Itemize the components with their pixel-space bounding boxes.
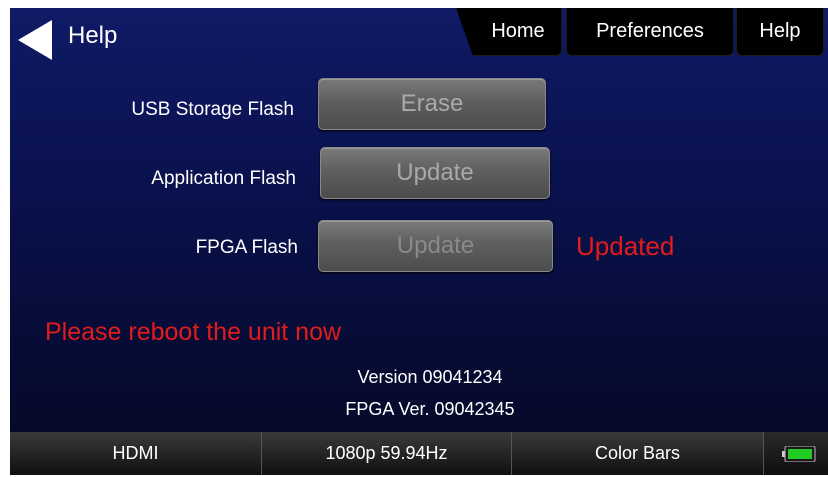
fpga-update-button[interactable]: Update xyxy=(318,220,553,272)
fpga-status-text: Updated xyxy=(576,231,675,261)
device-screen: Help Home Preferences Help USB Storage F… xyxy=(10,8,828,475)
erase-button[interactable]: Erase xyxy=(318,78,546,130)
status-format[interactable]: 1080p 59.94Hz xyxy=(262,432,512,475)
title-bar: Help Home Preferences Help xyxy=(10,8,828,66)
version-text: Version 09041234 xyxy=(357,367,503,387)
status-bar: HDMI 1080p 59.94Hz Color Bars xyxy=(10,432,828,475)
status-image[interactable]: Color Bars xyxy=(512,432,764,475)
usb-storage-flash-label: USB Storage Flash xyxy=(131,99,294,120)
tab-home[interactable]: Home xyxy=(456,8,562,56)
tab-help[interactable]: Help xyxy=(736,8,824,56)
application-update-button[interactable]: Update xyxy=(320,147,550,199)
page-title: Help xyxy=(68,22,118,49)
reboot-message: Please reboot the unit now xyxy=(45,318,342,346)
application-flash-label: Application Flash xyxy=(151,168,296,189)
tab-preferences[interactable]: Preferences xyxy=(566,8,734,56)
battery-icon xyxy=(782,445,816,463)
fpga-flash-label: FPGA Flash xyxy=(195,237,298,258)
status-interface[interactable]: HDMI xyxy=(10,432,262,475)
fpga-version-text: FPGA Ver. 09042345 xyxy=(345,399,515,419)
back-arrow-icon[interactable] xyxy=(18,20,52,60)
